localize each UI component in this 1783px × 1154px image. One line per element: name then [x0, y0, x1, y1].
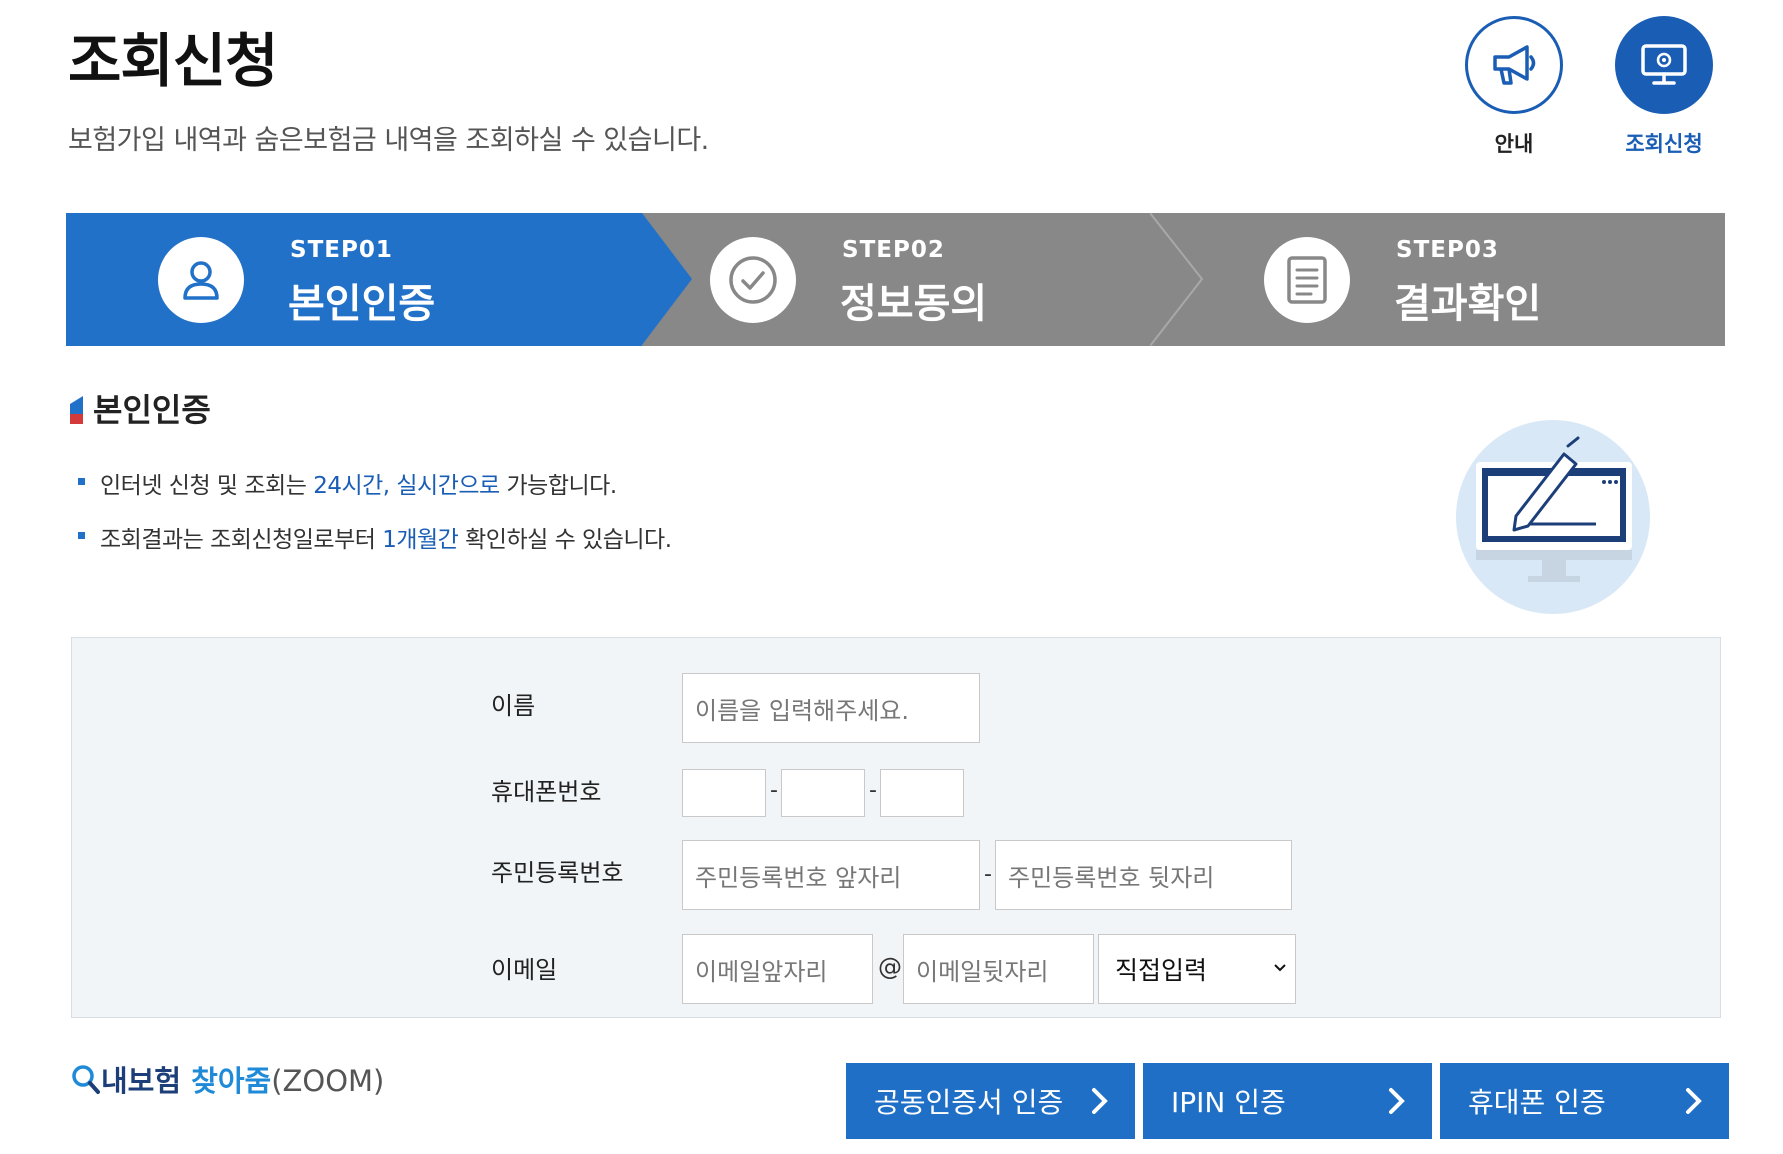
step-3-number: STEP03	[1396, 237, 1499, 263]
email-domain-input[interactable]: 이메일뒷자리	[903, 934, 1094, 1004]
step-3: STEP03 결과확인	[1200, 213, 1720, 346]
ipin-auth-button[interactable]: IPIN 인증	[1143, 1063, 1432, 1139]
email-front-input[interactable]: 이메일앞자리	[682, 934, 873, 1004]
notice-item: 조회결과는 조회신청일로부터 1개월간 확인하실 수 있습니다.	[78, 520, 672, 554]
check-circle-icon	[710, 237, 796, 323]
ipin-auth-label: IPIN 인증	[1171, 1086, 1286, 1119]
rrn-back-input[interactable]: 주민등록번호 뒷자리	[995, 840, 1292, 910]
certificate-auth-label: 공동인증서 인증	[874, 1086, 1064, 1119]
guide-shortcut-label: 안내	[1494, 132, 1534, 156]
email-select-value: 직접입력	[1115, 956, 1208, 985]
computer-illustration	[1456, 420, 1650, 614]
phone-input-3[interactable]	[880, 769, 964, 817]
zoom-link[interactable]: 내보험 찾아줌(ZOOM)	[71, 1058, 384, 1100]
user-icon	[158, 237, 244, 323]
monitor-gear-icon	[1615, 16, 1713, 114]
notice-text: 인터넷 신청 및 조회는	[100, 473, 314, 499]
step-2: STEP02 정보동의	[646, 213, 1146, 346]
phone-auth-label: 휴대폰 인증	[1468, 1086, 1606, 1119]
phone-separator: -	[869, 778, 877, 803]
phone-label: 휴대폰번호	[491, 778, 602, 806]
zoom-link-part2: 찾아줌	[191, 1064, 272, 1098]
phone-separator: -	[770, 778, 778, 803]
email-label: 이메일	[491, 956, 558, 984]
notice-text: 확인하실 수 있습니다.	[458, 527, 672, 553]
chevron-right-icon	[1388, 1087, 1406, 1122]
phone-auth-button[interactable]: 휴대폰 인증	[1440, 1063, 1729, 1139]
phone-input-2[interactable]	[781, 769, 865, 817]
guide-shortcut[interactable]: 안내	[1465, 16, 1563, 158]
query-shortcut-label: 조회신청	[1625, 132, 1703, 156]
notice-list: 인터넷 신청 및 조회는 24시간, 실시간으로 가능합니다. 조회결과는 조회…	[78, 466, 672, 574]
section-title: 본인인증	[93, 391, 211, 429]
email-at-sign: @	[878, 953, 902, 981]
rrn-label: 주민등록번호	[491, 859, 624, 887]
phone-input-1[interactable]	[682, 769, 766, 817]
name-label: 이름	[491, 692, 536, 720]
email-domain-select[interactable]: 직접입력	[1098, 934, 1296, 1004]
name-input[interactable]: 이름을 입력해주세요.	[682, 673, 980, 743]
chevron-down-icon	[1273, 957, 1287, 978]
step-progress-bar: STEP01 본인인증 STEP02 정보동의 STEP03 결과확인	[66, 213, 1725, 346]
megaphone-icon	[1465, 16, 1563, 114]
step-1: STEP01 본인인증	[66, 213, 646, 346]
certificate-auth-button[interactable]: 공동인증서 인증	[846, 1063, 1135, 1139]
document-icon	[1264, 237, 1350, 323]
notice-item: 인터넷 신청 및 조회는 24시간, 실시간으로 가능합니다.	[78, 466, 672, 500]
notice-highlight: 24시간, 실시간으로	[313, 473, 500, 499]
zoom-link-part1: 내보험	[101, 1064, 182, 1098]
chevron-right-icon	[1685, 1087, 1703, 1122]
step-3-name: 결과확인	[1394, 281, 1542, 327]
step-1-name: 본인인증	[288, 281, 436, 327]
query-shortcut[interactable]: 조회신청	[1615, 16, 1713, 158]
notice-highlight: 1개월간	[382, 527, 459, 553]
notice-text: 조회결과는 조회신청일로부터	[100, 527, 383, 553]
section-title-marker	[70, 396, 83, 424]
step-2-name: 정보동의	[840, 281, 988, 327]
zoom-link-part3: (ZOOM)	[271, 1064, 385, 1098]
notice-text: 가능합니다.	[499, 473, 618, 499]
chevron-right-icon	[1091, 1087, 1109, 1122]
rrn-front-input[interactable]: 주민등록번호 앞자리	[682, 840, 980, 910]
rrn-separator: -	[984, 862, 992, 887]
page-title: 조회신청	[68, 27, 278, 95]
page-description: 보험가입 내역과 숨은보험금 내역을 조회하실 수 있습니다.	[68, 125, 709, 156]
step-2-number: STEP02	[842, 237, 945, 263]
step-1-number: STEP01	[290, 237, 393, 263]
search-icon	[72, 1065, 100, 1094]
